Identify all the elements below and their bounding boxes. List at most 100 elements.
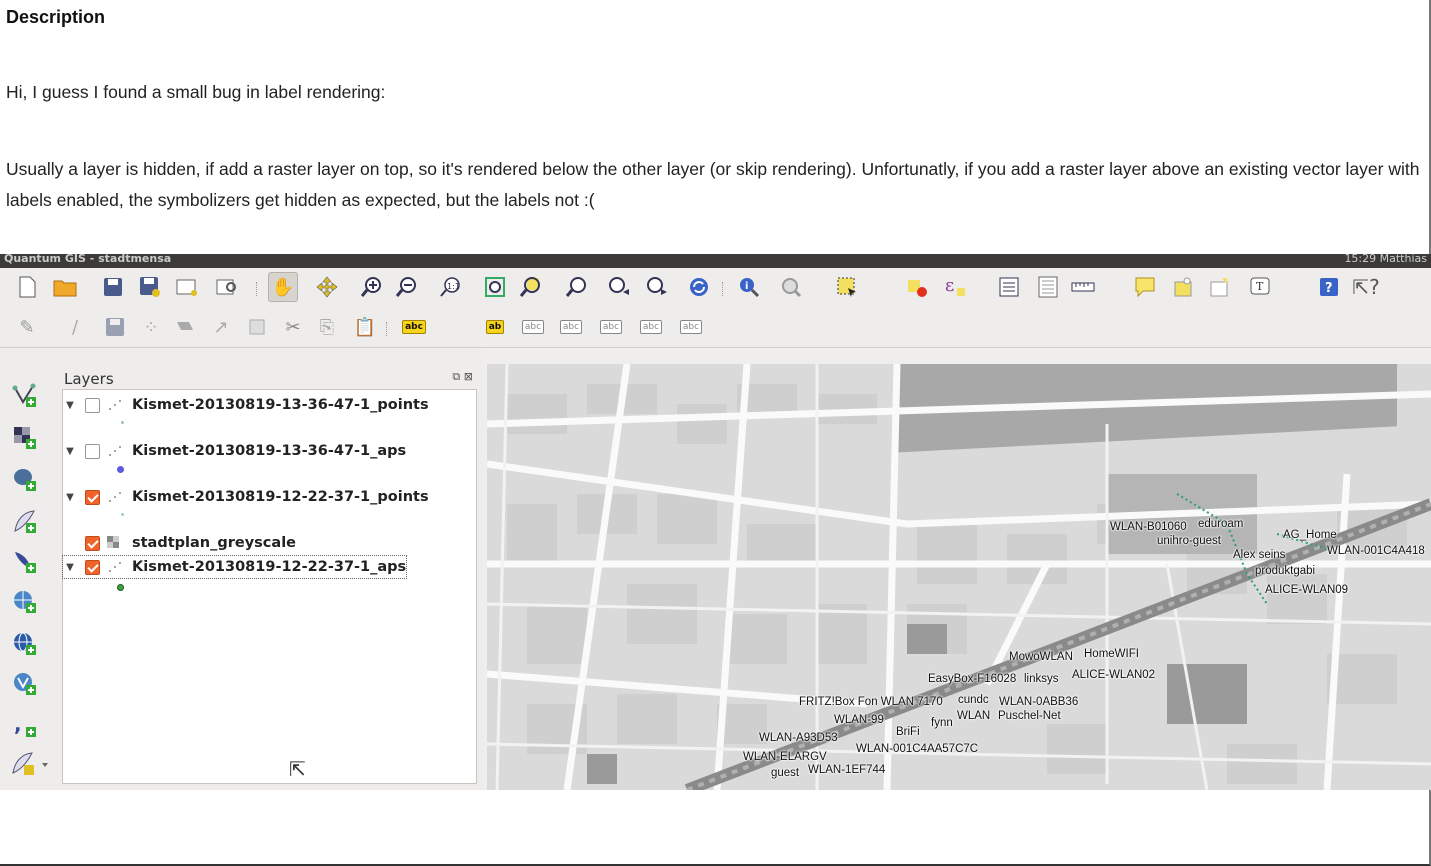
window-titlebar: Quantum GIS - stadtmensa 15:29 Matthias [0,254,1431,268]
cut-features-icon[interactable]: ✂ [278,312,308,342]
add-feature-icon[interactable]: ⁘ [136,312,166,342]
new-project-icon[interactable] [12,272,42,302]
zoom-to-layer-icon[interactable] [562,272,592,302]
save-project-icon[interactable] [98,272,128,302]
svg-text:i: i [745,281,748,292]
highlight-labels-button[interactable]: abc [518,312,548,342]
layer-row-5[interactable]: ▼ Kismet-20130819-12-22-37-1_aps [61,555,408,579]
zoom-last-icon[interactable] [604,272,634,302]
show-hide-labels-button[interactable]: abc [556,312,586,342]
add-wms-layer-icon[interactable] [8,585,42,619]
help-icon[interactable]: ? [1314,272,1344,302]
map-label: HomeWIFI [1084,648,1139,660]
pan-to-selection-icon[interactable] [312,272,342,302]
add-wcs-layer-icon[interactable] [8,627,42,661]
expand-arrow-icon[interactable]: ▼ [63,400,77,411]
map-label: cundc [958,694,989,706]
tray-time: 15:29 [1344,254,1377,265]
expression-select-icon[interactable]: ε [940,272,970,302]
map-label: MowoWLAN [1009,651,1073,663]
map-label: eduroam [1198,518,1244,530]
mouse-cursor-icon: ⇱ [289,759,306,781]
float-panel-icon[interactable]: ⧉ [452,370,460,383]
move-label-button[interactable]: abc [596,312,626,342]
composer-manager-icon[interactable] [212,272,242,302]
pan-icon[interactable]: ✋ [268,272,298,302]
description-paragraph-2: Usually a layer is hidden, if add a rast… [6,159,1420,210]
add-delimited-text-layer-icon[interactable]: , [8,709,42,743]
copy-features-icon[interactable]: ⎘ [312,312,342,342]
map-label: Alex seins [1233,549,1286,561]
zoom-next-icon[interactable] [642,272,672,302]
layer-visibility-checkbox[interactable] [85,535,100,551]
zoom-to-selection-icon[interactable] [516,272,546,302]
map-tips-icon[interactable] [1130,272,1160,302]
print-composer-icon[interactable] [172,272,202,302]
new-layer-dropdown-icon[interactable] [8,747,52,781]
add-raster-layer-icon[interactable] [8,421,42,455]
new-bookmark-icon[interactable] [1168,272,1198,302]
add-vector-layer-icon[interactable] [8,379,42,413]
close-panel-icon[interactable]: ⊠ [464,370,473,383]
save-edits-icon[interactable] [100,312,130,342]
save-as-icon[interactable] [135,272,165,302]
attribute-table-icon[interactable] [994,272,1024,302]
add-postgis-layer-icon[interactable] [8,463,42,497]
show-bookmarks-icon[interactable] [1204,272,1234,302]
open-project-icon[interactable] [50,272,80,302]
add-spatialite-layer-icon[interactable] [8,505,42,539]
system-tray: 15:29 Matthias [1344,254,1427,265]
map-label: EasyBox-F16028 [928,673,1017,685]
refresh-icon[interactable] [684,272,714,302]
layer-row-2[interactable]: ▼ Kismet-20130819-13-36-47-1_aps [63,440,406,462]
layer-name: Kismet-20130819-13-36-47-1_aps [132,443,407,459]
statistics-icon[interactable] [1033,272,1063,302]
paste-features-icon[interactable]: 📋 [350,312,380,342]
node-tool-icon[interactable]: ↗ [206,312,236,342]
zoom-in-icon[interactable] [357,272,387,302]
expand-arrow-icon[interactable]: ▼ [63,446,77,457]
layer-visibility-checkbox[interactable] [85,559,100,575]
pencil-icon[interactable]: / [60,312,90,342]
select-icon[interactable] [832,272,862,302]
layer-labeling-button[interactable]: abc [395,312,433,342]
map-label: produktgabi [1255,565,1316,577]
add-layer-toolbar: , [0,349,56,790]
edit-toggle-icon[interactable]: ✎ [12,312,42,342]
label-toolbar: ✎ / ⁘ ↗ ✂ ⎘ 📋 abc ab abc abc abc abc abc [0,308,1431,348]
pin-labels-button[interactable]: ab [480,312,510,342]
text-annotation-icon[interactable]: T [1245,272,1275,302]
zoom-full-icon[interactable] [480,272,510,302]
map-label: BriFi [896,726,920,738]
svg-text:1:1: 1:1 [447,282,460,291]
expand-arrow-icon[interactable]: ▼ [63,492,77,503]
deselect-icon[interactable] [902,272,932,302]
add-mssql-layer-icon[interactable] [8,545,42,579]
raster-layer-icon [107,536,119,548]
layer-row-4[interactable]: stadtplan_greyscale [63,532,296,554]
rotate-label-button[interactable]: abc [636,312,666,342]
map-label: Puschel-Net [998,710,1061,722]
zoom-out-icon[interactable] [392,272,422,302]
layer-visibility-checkbox[interactable] [85,397,100,413]
move-feature-icon[interactable] [170,312,200,342]
layer-name: Kismet-20130819-12-22-37-1_points [132,489,429,505]
change-label-button[interactable]: abc [676,312,706,342]
map-streets [487,364,1431,790]
zoom-native-icon[interactable]: 1:1 [436,272,466,302]
action-icon[interactable] [776,272,806,302]
layer-2-symbol [117,466,124,473]
add-wfs-layer-icon[interactable] [8,667,42,701]
map-canvas[interactable]: WLAN-B01060 eduroam unihro-guest AG_Home… [487,364,1431,790]
qgis-screenshot: Quantum GIS - stadtmensa 15:29 Matthias [0,254,1431,790]
layer-5-symbol [117,584,124,591]
layer-visibility-checkbox[interactable] [85,443,100,459]
whats-this-icon[interactable]: ⇱? [1351,272,1381,302]
expand-arrow-icon[interactable]: ▼ [63,562,77,573]
identify-icon[interactable]: i [734,272,764,302]
layer-row-1[interactable]: ▼ Kismet-20130819-13-36-47-1_points [63,394,428,416]
layer-visibility-checkbox[interactable] [85,489,100,505]
measure-icon[interactable] [1068,272,1098,302]
layer-row-3[interactable]: ▼ Kismet-20130819-12-22-37-1_points [63,486,429,508]
delete-selected-icon[interactable] [244,312,274,342]
